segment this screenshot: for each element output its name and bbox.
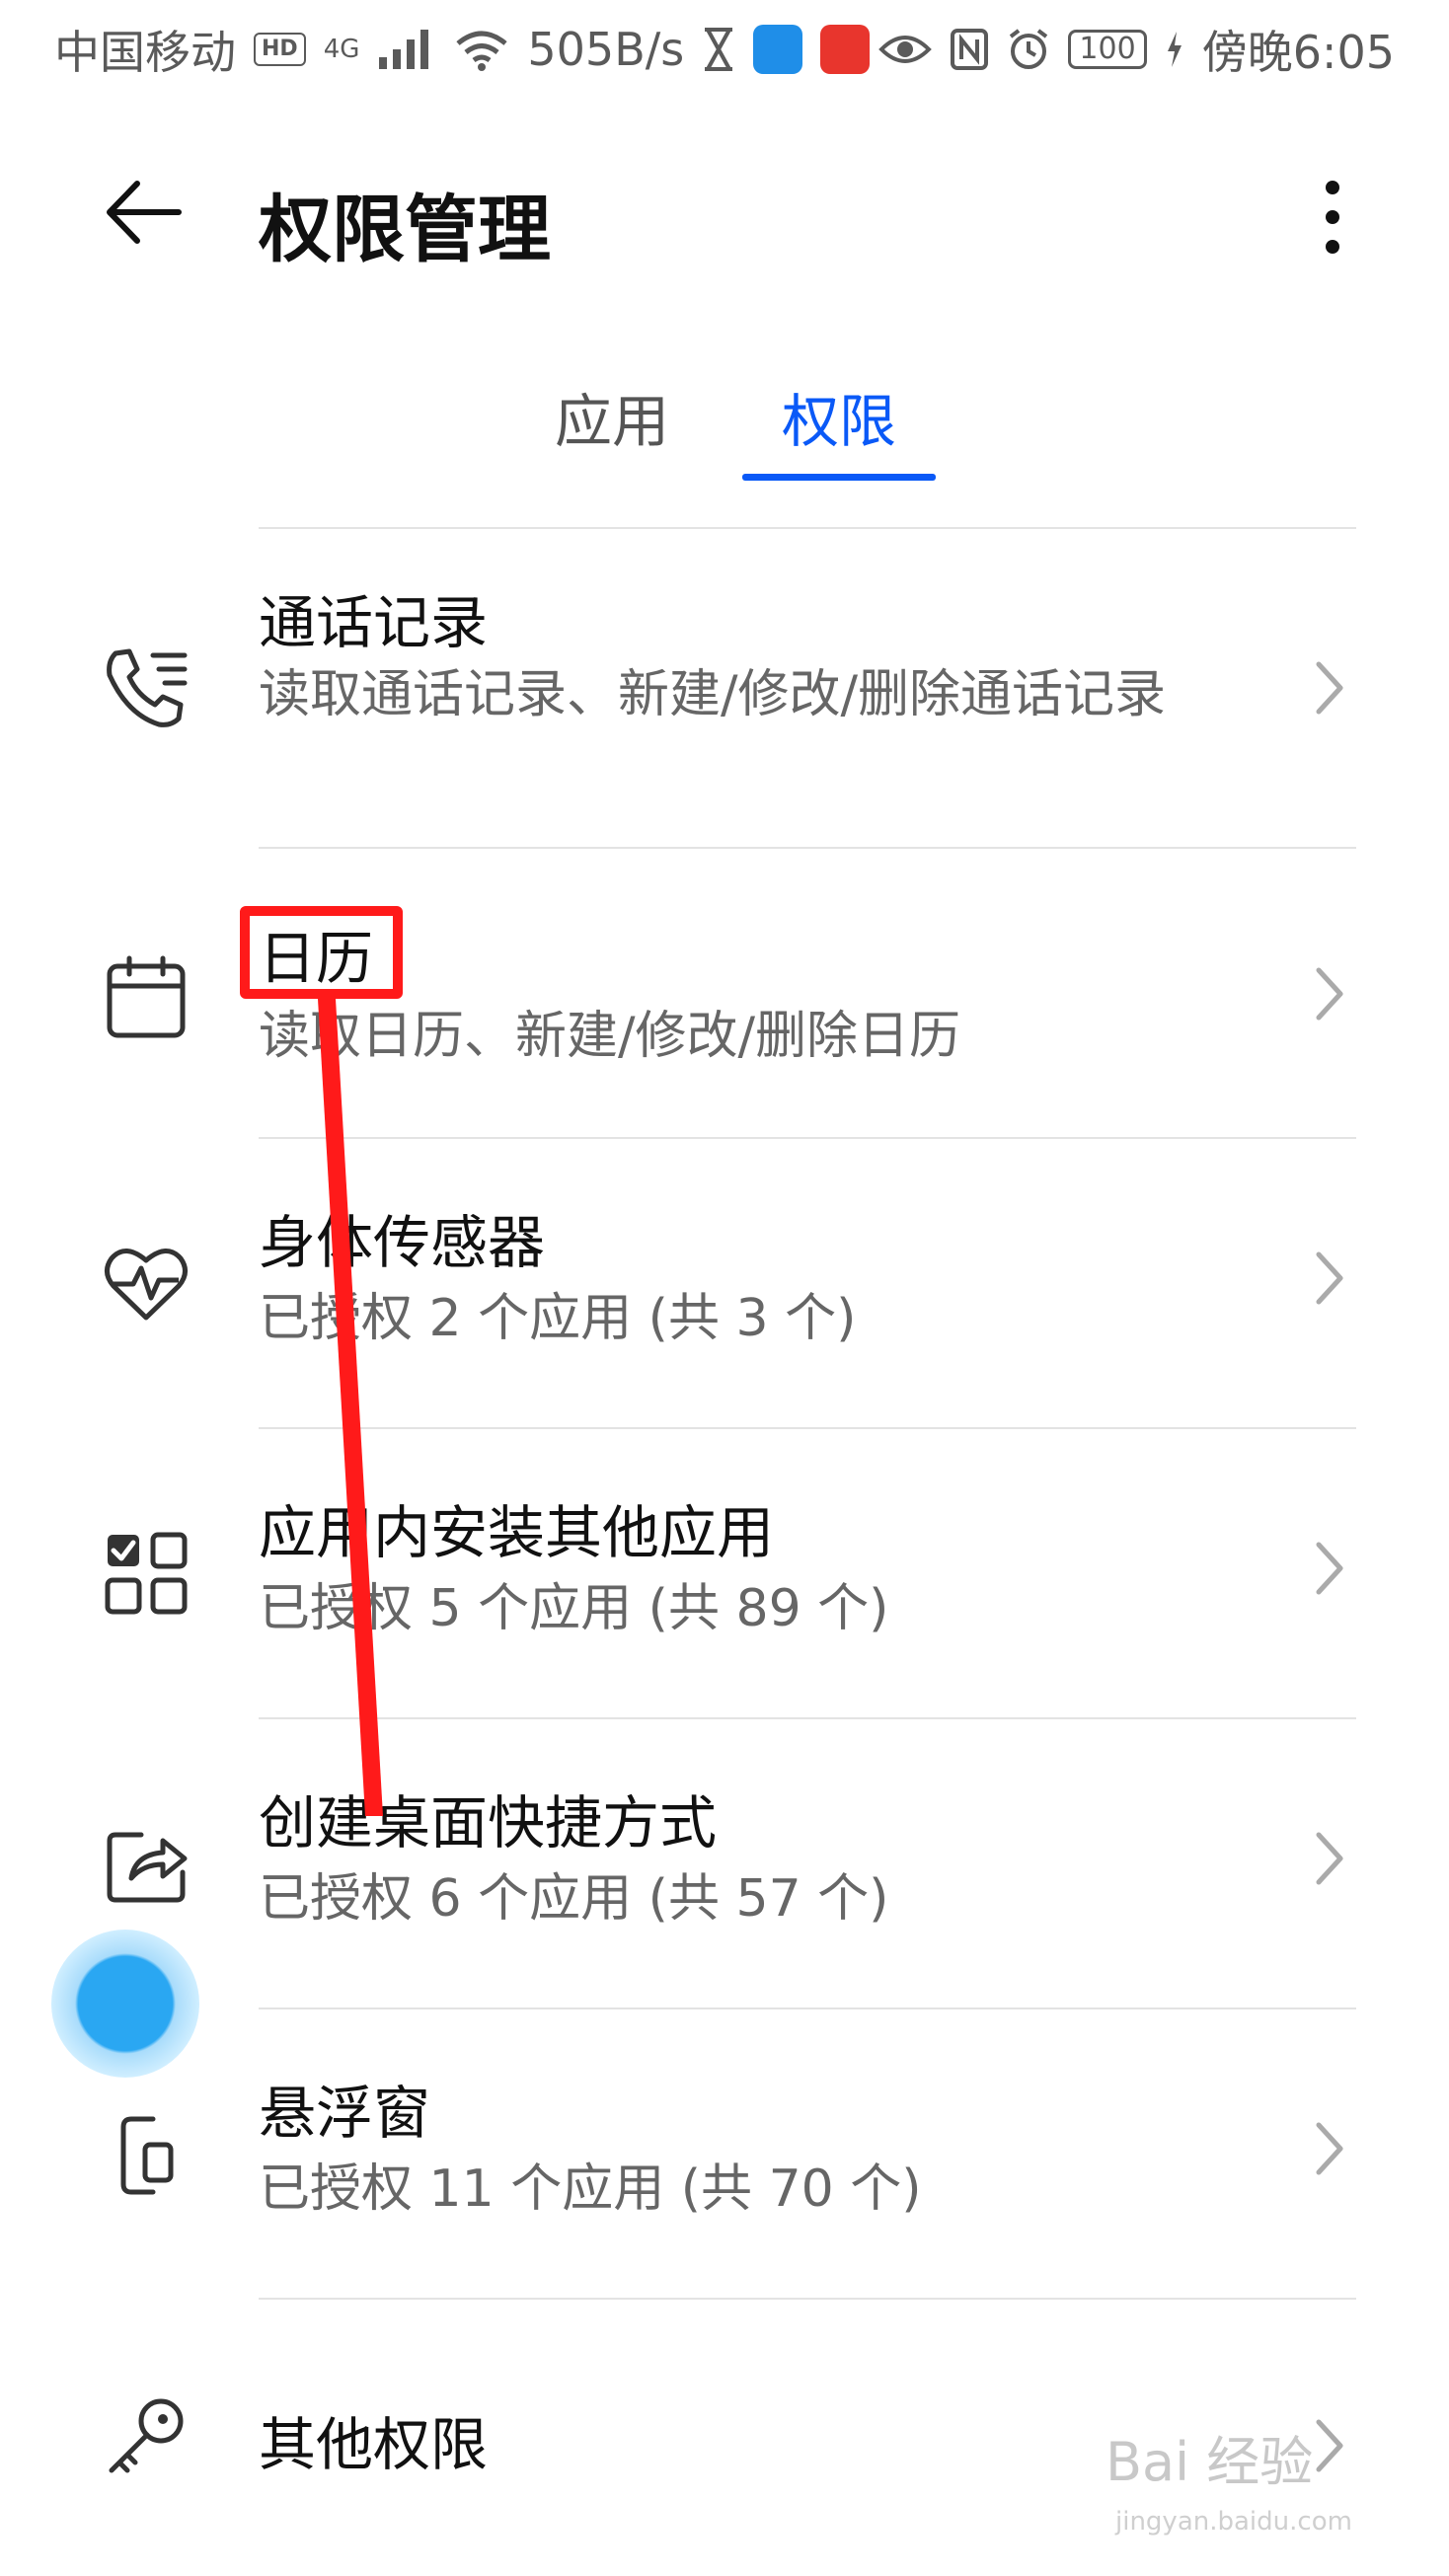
annotation-red-line	[318, 999, 383, 1816]
watermark: Bai 经验 jingyan.baidu.com	[1106, 2418, 1402, 2556]
watermark-brand: Bai 经验	[1106, 2431, 1314, 2493]
watermark-url: jingyan.baidu.com	[1115, 2507, 1352, 2537]
floating-assistive-ball[interactable]	[51, 1930, 199, 2078]
